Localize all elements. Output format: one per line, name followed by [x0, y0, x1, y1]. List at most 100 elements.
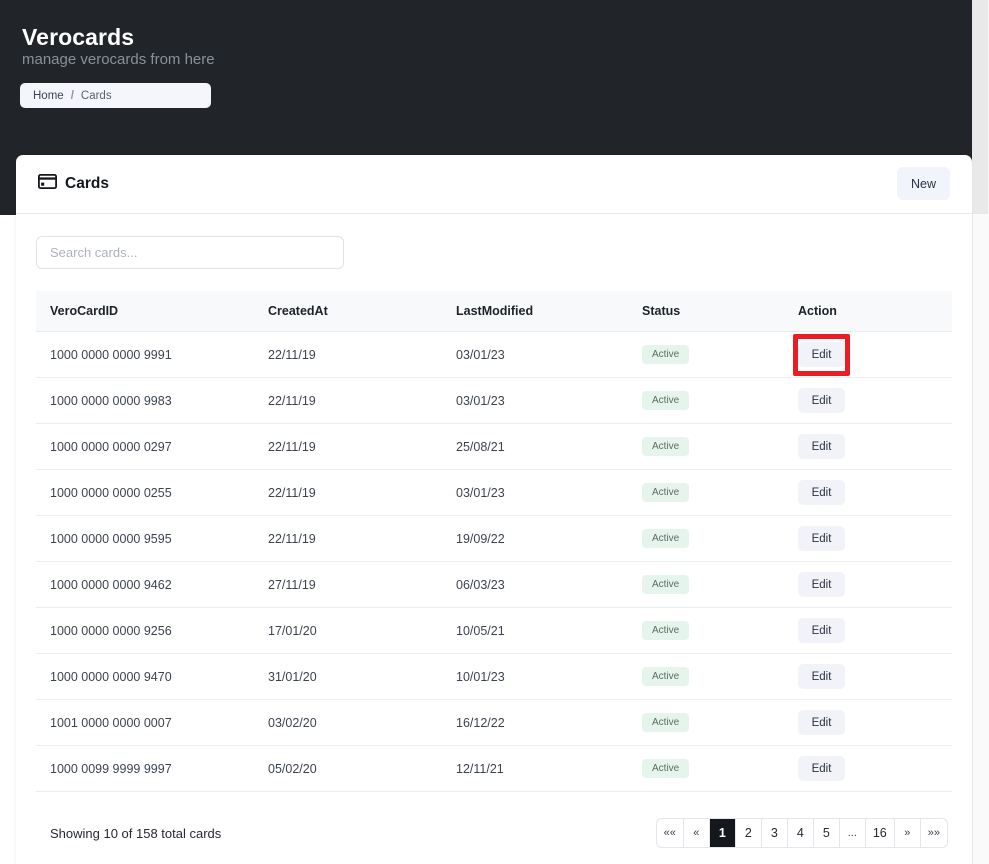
status-badge: Active	[642, 621, 689, 640]
pagination-page-5[interactable]: 5	[814, 819, 840, 847]
pagination-page-16[interactable]: 16	[866, 819, 895, 847]
cell-createdat: 17/01/20	[268, 608, 456, 654]
cell-lastmodified: 16/12/22	[456, 700, 642, 746]
cell-verocardid: 1000 0000 0000 0255	[36, 470, 268, 516]
cell-status: Active	[642, 654, 798, 700]
cards-panel-body: VeroCardID CreatedAt LastModified Status…	[16, 214, 972, 792]
status-badge: Active	[642, 713, 689, 732]
cell-status: Active	[642, 332, 798, 378]
cards-panel-footer: Showing 10 of 158 total cards «««12345..…	[16, 792, 972, 864]
edit-button[interactable]: Edit	[798, 756, 845, 781]
cell-action: Edit	[798, 470, 952, 516]
cell-action: Edit	[798, 378, 952, 424]
pagination-page-4[interactable]: 4	[788, 819, 814, 847]
cell-createdat: 31/01/20	[268, 654, 456, 700]
table-row: 1000 0000 0000 029722/11/1925/08/21Activ…	[36, 424, 952, 470]
pagination-page-2[interactable]: 2	[736, 819, 762, 847]
breadcrumb-separator: /	[71, 90, 74, 102]
pagination-next[interactable]: »	[895, 819, 921, 847]
cell-status: Active	[642, 516, 798, 562]
table-row: 1001 0000 0000 000703/02/2016/12/22Activ…	[36, 700, 952, 746]
pagination-page-1[interactable]: 1	[710, 819, 736, 847]
credit-card-icon	[38, 174, 57, 194]
cards-panel: Cards New VeroCardID CreatedAt LastModif…	[16, 155, 972, 864]
edit-button[interactable]: Edit	[798, 342, 845, 367]
cell-createdat: 03/02/20	[268, 700, 456, 746]
pagination-page-3[interactable]: 3	[762, 819, 788, 847]
cards-table-header-row: VeroCardID CreatedAt LastModified Status…	[36, 291, 952, 332]
cell-verocardid: 1000 0000 0000 9991	[36, 332, 268, 378]
cell-createdat: 22/11/19	[268, 470, 456, 516]
cell-verocardid: 1000 0000 0000 9470	[36, 654, 268, 700]
pagination-last[interactable]: »»	[921, 819, 947, 847]
table-row: 1000 0000 0000 946227/11/1906/03/23Activ…	[36, 562, 952, 608]
edit-button[interactable]: Edit	[798, 664, 845, 689]
cell-createdat: 05/02/20	[268, 746, 456, 792]
cards-panel-header-left: Cards	[38, 174, 109, 194]
cell-createdat: 22/11/19	[268, 516, 456, 562]
page-root: Verocards manage verocards from here Hom…	[0, 0, 989, 864]
cards-table-head: VeroCardID CreatedAt LastModified Status…	[36, 291, 952, 332]
vertical-scrollbar-track[interactable]	[972, 0, 989, 864]
page-title: Verocards	[22, 24, 134, 51]
breadcrumb-item-cards: Cards	[81, 90, 112, 102]
pagination-first[interactable]: ««	[657, 819, 684, 847]
cell-lastmodified: 10/05/21	[456, 608, 642, 654]
new-card-button[interactable]: New	[897, 167, 950, 200]
cell-verocardid: 1001 0000 0000 0007	[36, 700, 268, 746]
cards-panel-title: Cards	[65, 175, 109, 193]
table-row: 1000 0000 0000 999122/11/1903/01/23Activ…	[36, 332, 952, 378]
edit-button[interactable]: Edit	[798, 572, 845, 597]
cell-status: Active	[642, 562, 798, 608]
showing-count-text: Showing 10 of 158 total cards	[36, 826, 221, 841]
cell-verocardid: 1000 0099 9999 9997	[36, 746, 268, 792]
cell-verocardid: 1000 0000 0000 9462	[36, 562, 268, 608]
table-row: 1000 0000 0000 959522/11/1919/09/22Activ…	[36, 516, 952, 562]
table-row: 1000 0000 0000 925617/01/2010/05/21Activ…	[36, 608, 952, 654]
cell-createdat: 22/11/19	[268, 378, 456, 424]
pagination: «««12345...16»»»	[656, 818, 948, 848]
cards-table-body: 1000 0000 0000 999122/11/1903/01/23Activ…	[36, 332, 952, 792]
cell-createdat: 22/11/19	[268, 332, 456, 378]
edit-button[interactable]: Edit	[798, 618, 845, 643]
page-subtitle: manage verocards from here	[22, 51, 215, 68]
search-input[interactable]	[36, 236, 344, 269]
vertical-scrollbar-thumb[interactable]	[973, 0, 988, 214]
cell-action: Edit	[798, 746, 952, 792]
cell-verocardid: 1000 0000 0000 0297	[36, 424, 268, 470]
status-badge: Active	[642, 391, 689, 410]
cell-action: Edit	[798, 700, 952, 746]
edit-button[interactable]: Edit	[798, 388, 845, 413]
cell-action: Edit	[798, 332, 952, 378]
column-header-verocardid: VeroCardID	[36, 291, 268, 332]
edit-button[interactable]: Edit	[798, 710, 845, 735]
cell-status: Active	[642, 608, 798, 654]
cell-lastmodified: 25/08/21	[456, 424, 642, 470]
cards-table: VeroCardID CreatedAt LastModified Status…	[36, 291, 952, 792]
cell-status: Active	[642, 700, 798, 746]
cell-verocardid: 1000 0000 0000 9983	[36, 378, 268, 424]
status-badge: Active	[642, 437, 689, 456]
breadcrumb: Home / Cards	[20, 83, 211, 108]
pagination-ellipsis[interactable]: ...	[840, 819, 866, 847]
status-badge: Active	[642, 667, 689, 686]
cell-status: Active	[642, 470, 798, 516]
status-badge: Active	[642, 483, 689, 502]
cell-lastmodified: 03/01/23	[456, 332, 642, 378]
edit-button[interactable]: Edit	[798, 434, 845, 459]
cell-lastmodified: 19/09/22	[456, 516, 642, 562]
edit-button[interactable]: Edit	[798, 526, 845, 551]
cell-status: Active	[642, 424, 798, 470]
edit-button[interactable]: Edit	[798, 480, 845, 505]
cell-action: Edit	[798, 562, 952, 608]
breadcrumb-item-home[interactable]: Home	[33, 90, 64, 102]
cell-createdat: 22/11/19	[268, 424, 456, 470]
cell-lastmodified: 12/11/21	[456, 746, 642, 792]
table-row: 1000 0000 0000 998322/11/1903/01/23Activ…	[36, 378, 952, 424]
column-header-createdat: CreatedAt	[268, 291, 456, 332]
status-badge: Active	[642, 345, 689, 364]
column-header-status: Status	[642, 291, 798, 332]
pagination-prev[interactable]: «	[684, 819, 710, 847]
cell-action: Edit	[798, 654, 952, 700]
cell-action: Edit	[798, 516, 952, 562]
